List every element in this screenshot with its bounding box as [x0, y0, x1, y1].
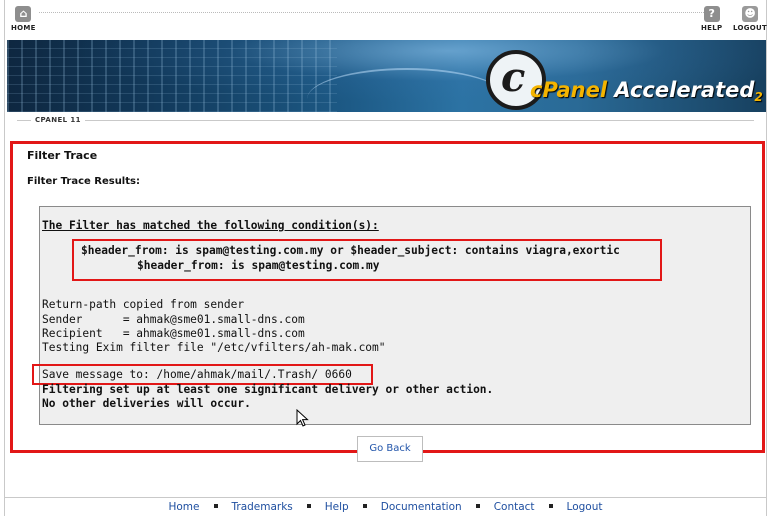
- trace-output: The Filter has matched the following con…: [32, 206, 751, 425]
- save-message-line: Save message to: /home/ahmak/mail/.Trash…: [42, 368, 352, 381]
- go-back-button[interactable]: Go Back: [357, 436, 423, 462]
- footer-separator: [475, 504, 480, 508]
- breadcrumb-rule: [17, 120, 754, 121]
- home-button[interactable]: ⌂ HOME: [11, 6, 36, 32]
- footer-link-documentation[interactable]: Documentation: [381, 501, 462, 513]
- testing-line: Testing Exim filter file "/etc/vfilters/…: [42, 341, 386, 354]
- filtering-line: Filtering set up at least one significan…: [42, 383, 494, 396]
- banner-network-graphic: [7, 40, 337, 112]
- mouse-cursor-icon: [296, 409, 309, 427]
- logout-button[interactable]: ☻ LOGOUT: [733, 6, 767, 32]
- help-label: HELP: [701, 24, 723, 32]
- cpanel-banner: c cPanel Accelerated2: [7, 40, 766, 112]
- returnpath-line: Return-path copied from sender: [42, 298, 245, 311]
- help-icon: ?: [703, 6, 720, 22]
- condition-line-2: $header_from: is spam@testing.com.my: [137, 259, 380, 272]
- home-label: HOME: [11, 24, 36, 32]
- footer: Home Trademarks Help Documentation Contact Lo…: [5, 497, 766, 516]
- footer-separator: [548, 504, 553, 508]
- sender-line: Sender = ahmak@sme01.small-dns.com: [42, 313, 305, 326]
- footer-separator: [306, 504, 311, 508]
- footer-separator: [362, 504, 367, 508]
- help-button[interactable]: ? HELP: [701, 6, 722, 32]
- results-title: Filter Trace Results:: [27, 176, 140, 187]
- cpanel-frame: ⌂ HOME ? HELP ☻ LOGOUT c cPanel Accelera…: [4, 0, 767, 516]
- logout-icon: ☻: [742, 6, 759, 22]
- footer-link-contact[interactable]: Contact: [494, 501, 535, 513]
- footer-separator: [213, 504, 218, 508]
- cpanel-logo-text: cPanel Accelerated2: [530, 78, 763, 104]
- footer-rule: [5, 497, 766, 498]
- footer-link-home[interactable]: Home: [168, 501, 199, 513]
- banner-globe-arc: [307, 68, 507, 112]
- matched-heading: The Filter has matched the following con…: [42, 219, 379, 232]
- top-toolbar: ⌂ HOME ? HELP ☻ LOGOUT: [5, 0, 767, 38]
- no-other-line: No other deliveries will occur.: [42, 397, 251, 410]
- toolbar-divider: [39, 12, 718, 14]
- condition-line-1: $header_from: is spam@testing.com.my or …: [81, 244, 620, 257]
- recipient-line: Recipient = ahmak@sme01.small-dns.com: [42, 327, 305, 340]
- footer-link-trademarks[interactable]: Trademarks: [232, 501, 293, 513]
- breadcrumb-label: CPANEL 11: [31, 116, 85, 124]
- page-title: Filter Trace: [27, 149, 98, 162]
- cpanel-logo: c cPanel Accelerated2: [486, 48, 763, 110]
- breadcrumb: CPANEL 11: [5, 114, 766, 128]
- filter-trace-panel: Filter Trace Filter Trace Results: The F…: [10, 141, 765, 453]
- footer-links: Home Trademarks Help Documentation Contact Lo…: [5, 501, 766, 513]
- footer-link-logout[interactable]: Logout: [567, 501, 603, 513]
- logout-label: LOGOUT: [733, 24, 767, 32]
- footer-link-help[interactable]: Help: [325, 501, 349, 513]
- home-icon: ⌂: [15, 6, 32, 22]
